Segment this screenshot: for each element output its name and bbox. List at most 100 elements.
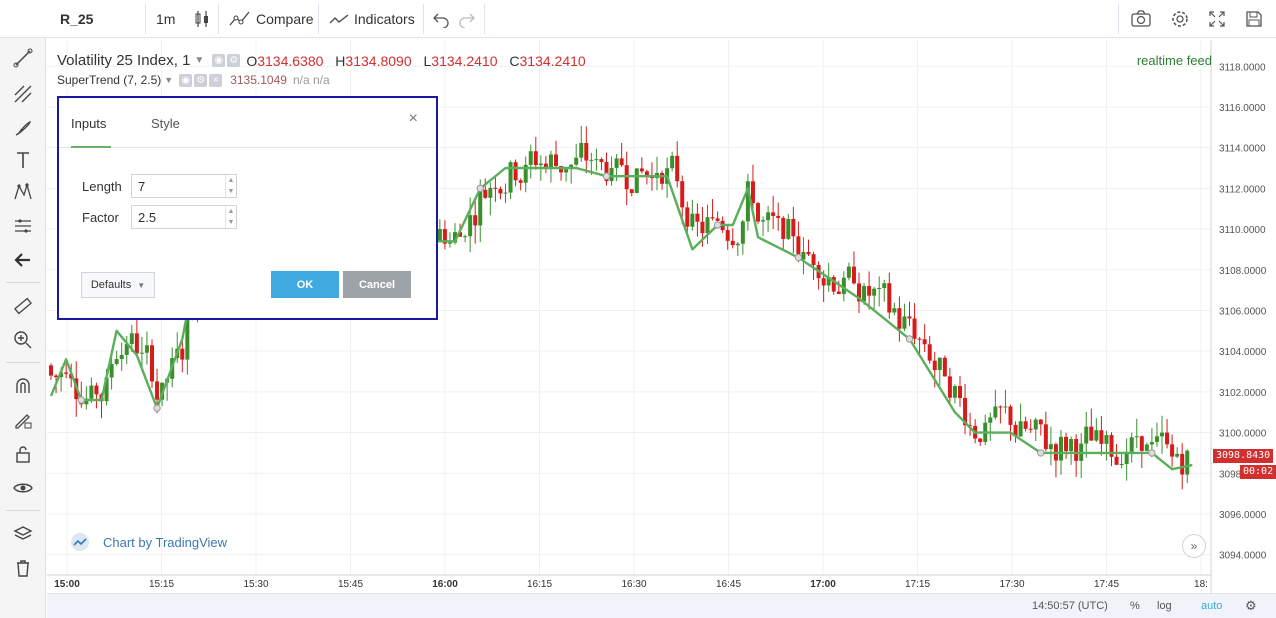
pattern-icon[interactable]: [0, 176, 46, 208]
scroll-to-realtime-button[interactable]: »: [1182, 534, 1206, 558]
supertrend-flip-marker: [1148, 449, 1156, 457]
percent-toggle[interactable]: %: [1130, 594, 1140, 618]
candle-down: [897, 308, 902, 329]
watermark-text: Chart by TradingView: [103, 534, 228, 550]
supertrend-flip-marker: [602, 172, 611, 180]
series-title: Volatility 25 Index, 1: [57, 52, 191, 69]
close-icon[interactable]: ×: [209, 73, 223, 87]
candle-down: [629, 189, 634, 193]
candle-up: [508, 162, 513, 193]
candle-up: [139, 352, 144, 354]
symbol-search[interactable]: R_25: [60, 0, 93, 38]
candle-down: [54, 375, 59, 378]
pitchfork-icon[interactable]: [0, 78, 46, 110]
trash-icon[interactable]: [0, 552, 46, 584]
indicators-button[interactable]: Indicators: [328, 0, 415, 38]
candle-down: [700, 221, 705, 234]
tab-style[interactable]: Style: [151, 116, 180, 131]
compare-button[interactable]: Compare: [228, 0, 314, 38]
supertrend-settings-dialog: Inputs Style × Length 7 ▲ ▼ Factor 2.5 ▲ ▼…: [57, 96, 438, 320]
eye-toggle-icon[interactable]: ◉: [212, 54, 226, 67]
y-tick-label: 3110.0000: [1219, 225, 1266, 236]
symbol-label: R_25: [60, 11, 94, 27]
cancel-button[interactable]: Cancel: [343, 271, 411, 298]
close-icon[interactable]: ×: [409, 110, 418, 128]
log-toggle[interactable]: log: [1157, 594, 1172, 618]
candle-up: [786, 218, 791, 239]
candle-up: [1134, 436, 1139, 438]
gear-icon[interactable]: ⚙: [1245, 594, 1257, 618]
candle-down: [917, 338, 922, 340]
cloud-icon: [71, 533, 89, 551]
save-button[interactable]: [1244, 0, 1264, 38]
candle-down: [1064, 436, 1069, 452]
candle-down: [1180, 453, 1185, 475]
candle-down: [821, 278, 826, 286]
candle-down: [675, 155, 680, 182]
text-tool-icon[interactable]: [0, 144, 46, 176]
indicator-settings-icon[interactable]: ⚙: [194, 73, 208, 87]
undo-button[interactable]: [432, 0, 450, 38]
candle-down: [473, 215, 478, 226]
interval-button[interactable]: 1m: [156, 0, 175, 38]
candle-down: [942, 357, 947, 377]
chart-type-button[interactable]: [192, 0, 212, 38]
factor-input[interactable]: 2.5 ▲ ▼: [131, 205, 237, 229]
lock-drawing-icon[interactable]: [0, 404, 46, 436]
factor-stepper[interactable]: ▲ ▼: [225, 206, 236, 228]
countdown-badge: 00:02: [1240, 465, 1276, 479]
series-settings-icon[interactable]: ⚙: [227, 54, 241, 67]
compare-icon: [229, 11, 250, 26]
candle-down: [644, 171, 649, 176]
fullscreen-button[interactable]: [1208, 0, 1226, 38]
candle-down: [660, 172, 665, 184]
zoom-in-icon[interactable]: [0, 324, 46, 356]
factor-label: Factor: [82, 210, 119, 225]
candle-up: [1175, 453, 1180, 457]
dialog-tabs: Inputs Style ×: [59, 98, 436, 148]
back-arrow-icon[interactable]: [0, 244, 46, 276]
length-stepper[interactable]: ▲ ▼: [225, 175, 236, 197]
defaults-dropdown[interactable]: Defaults ▼: [81, 272, 155, 298]
trend-line-icon[interactable]: [0, 42, 46, 74]
candle-down: [958, 386, 962, 398]
fib-tool-icon[interactable]: [0, 210, 46, 242]
length-input[interactable]: 7 ▲ ▼: [131, 174, 237, 198]
candle-up: [1048, 444, 1053, 450]
candle-down: [912, 318, 917, 339]
bottom-bar: 14:50:57 (UTC) % log auto ⚙: [47, 593, 1276, 618]
screenshot-button[interactable]: [1130, 0, 1152, 38]
candle-down: [867, 286, 872, 296]
ruler-icon[interactable]: [0, 290, 46, 322]
candle-up: [988, 417, 993, 423]
candle-up: [877, 288, 882, 290]
tab-inputs[interactable]: Inputs: [71, 116, 106, 131]
indicators-icon: [329, 14, 349, 24]
x-tick-label: 15:00: [54, 579, 80, 590]
tradingview-watermark[interactable]: Chart by TradingView: [67, 532, 227, 552]
ok-button[interactable]: OK: [271, 271, 339, 298]
chevron-down-icon[interactable]: ▼: [194, 55, 204, 66]
candle-down: [64, 372, 69, 374]
candle-up: [579, 142, 584, 158]
eye-icon[interactable]: [0, 472, 46, 504]
auto-toggle[interactable]: auto: [1201, 594, 1222, 618]
candle-up: [740, 221, 745, 244]
unlock-icon[interactable]: [0, 438, 46, 470]
high-label: H: [335, 52, 346, 69]
layers-icon[interactable]: [0, 518, 46, 550]
candle-down: [1099, 430, 1104, 444]
supertrend-flip-marker: [77, 396, 85, 404]
chevron-down-icon[interactable]: ▼: [164, 75, 173, 85]
x-tick-label: 15:30: [243, 579, 268, 590]
magnet-icon[interactable]: [0, 370, 46, 402]
brush-icon[interactable]: [0, 112, 46, 144]
candle-down: [493, 187, 498, 189]
eye-toggle-icon[interactable]: ◉: [179, 73, 193, 87]
settings-button[interactable]: [1170, 0, 1190, 38]
candle-down: [599, 159, 604, 162]
supertrend-flip-marker: [1037, 449, 1045, 457]
candle-down: [811, 254, 816, 265]
redo-button[interactable]: [458, 0, 476, 38]
supertrend-flip-marker: [905, 335, 914, 343]
